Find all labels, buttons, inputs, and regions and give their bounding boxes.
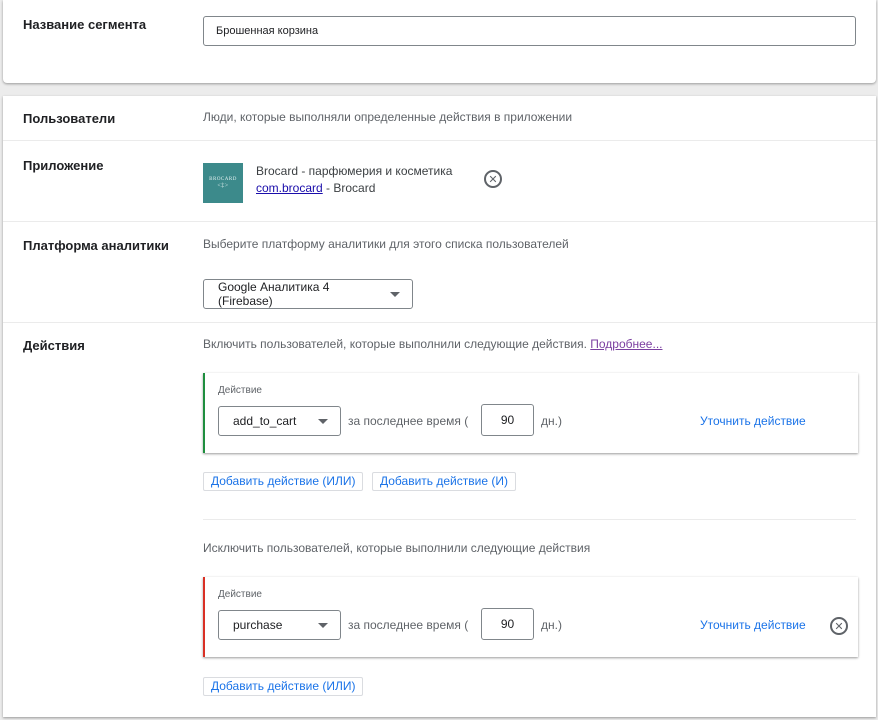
include-description: Включить пользователей, которые выполнил… bbox=[203, 337, 663, 351]
exclude-days-input[interactable] bbox=[481, 608, 534, 640]
learn-more-link[interactable]: Подробнее... bbox=[590, 337, 662, 351]
app-icon-subtext: <‡> bbox=[217, 183, 229, 189]
app-package-line: com.brocard - Brocard bbox=[256, 181, 375, 195]
analytics-platform-select[interactable]: Google Аналитика 4 (Firebase) bbox=[203, 279, 413, 309]
include-days-input[interactable] bbox=[481, 404, 534, 436]
divider bbox=[3, 221, 876, 222]
remove-exclude-action-icon[interactable]: ✕ bbox=[830, 617, 848, 635]
add-action-and-button[interactable]: Добавить действие (И) bbox=[372, 472, 516, 491]
days-suffix: дн.) bbox=[541, 414, 562, 428]
action-label: Действие bbox=[218, 589, 262, 600]
analytics-platform-value: Google Аналитика 4 (Firebase) bbox=[218, 280, 330, 308]
segment-name-label: Название сегмента bbox=[23, 17, 147, 32]
users-label: Пользователи bbox=[23, 111, 116, 126]
exclude-refine-action-link[interactable]: Уточнить действие bbox=[700, 618, 806, 632]
segment-name-input[interactable] bbox=[203, 16, 856, 46]
include-action-card: Действие add_to_cart за последнее время … bbox=[203, 373, 858, 453]
divider bbox=[203, 519, 856, 520]
analytics-description: Выберите платформу аналитики для этого с… bbox=[203, 237, 569, 251]
caret-down-icon bbox=[390, 291, 400, 297]
exclude-add-action-or-button[interactable]: Добавить действие (ИЛИ) bbox=[203, 677, 364, 696]
app-icon: BROCARD <‡> bbox=[203, 163, 243, 203]
analytics-label: Платформа аналитики bbox=[23, 238, 169, 253]
app-publisher: - Brocard bbox=[322, 181, 376, 195]
app-package-link[interactable]: com.brocard bbox=[256, 181, 323, 195]
segment-settings-card: Пользователи Люди, которые выполняли опр… bbox=[3, 96, 876, 717]
time-text: за последнее время ( bbox=[348, 414, 469, 428]
remove-app-icon[interactable]: ✕ bbox=[484, 170, 502, 188]
time-text: за последнее время ( bbox=[348, 618, 469, 632]
users-description: Люди, которые выполняли определенные дей… bbox=[203, 110, 573, 124]
divider bbox=[3, 140, 876, 141]
exclude-event-value: purchase bbox=[233, 618, 283, 632]
actions-label: Действия bbox=[23, 338, 85, 353]
exclude-description: Исключить пользователей, которые выполни… bbox=[203, 541, 591, 555]
days-suffix: дн.) bbox=[541, 618, 562, 632]
exclude-action-card: Действие purchase за последнее время ( д… bbox=[203, 577, 858, 657]
segment-name-card: Название сегмента bbox=[3, 0, 876, 83]
divider bbox=[3, 322, 876, 323]
app-label: Приложение bbox=[23, 158, 104, 173]
include-event-select[interactable]: add_to_cart bbox=[218, 406, 341, 436]
app-icon-text: BROCARD bbox=[209, 177, 237, 182]
include-refine-action-link[interactable]: Уточнить действие bbox=[700, 414, 806, 428]
app-name: Brocard - парфюмерия и косметика bbox=[256, 164, 453, 178]
exclude-event-select[interactable]: purchase bbox=[218, 610, 341, 640]
include-event-value: add_to_cart bbox=[233, 414, 297, 428]
add-action-or-button[interactable]: Добавить действие (ИЛИ) bbox=[203, 472, 364, 491]
caret-down-icon bbox=[318, 418, 328, 424]
action-label: Действие bbox=[218, 385, 262, 396]
caret-down-icon bbox=[318, 622, 328, 628]
